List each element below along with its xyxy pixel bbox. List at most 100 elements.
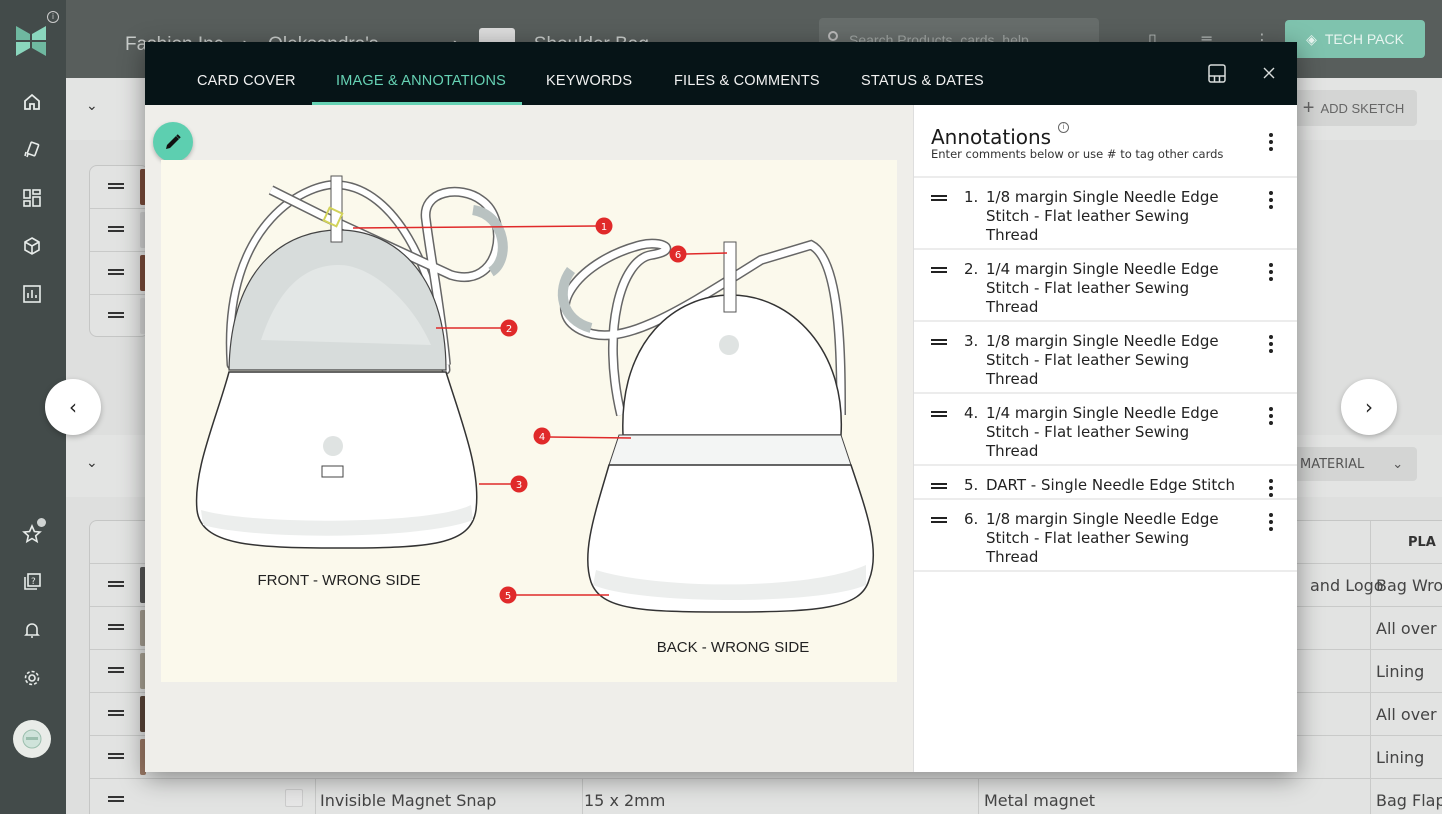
plus-icon: +: [1302, 96, 1315, 119]
dashboard-icon[interactable]: [21, 187, 43, 209]
annotation-list: 1. 1/8 margin Single Needle Edge Stitch …: [914, 176, 1297, 572]
annotations-panel: Annotations i Enter comments below or us…: [913, 105, 1297, 772]
annotation-menu-icon[interactable]: [1268, 191, 1274, 209]
annotation-menu-icon[interactable]: [1268, 479, 1274, 497]
sketch-list: [89, 165, 149, 337]
drag-handle-icon[interactable]: [931, 339, 947, 345]
pencil-icon: [166, 134, 181, 149]
modal-tab-bar: CARD COVER IMAGE & ANNOTATIONS KEYWORDS …: [145, 42, 1297, 105]
drag-handle-icon[interactable]: [108, 710, 124, 716]
collapse-chevron-icon[interactable]: ⌄: [86, 98, 98, 114]
column-header-placement[interactable]: PLA: [1408, 535, 1436, 550]
marker-4: 4: [533, 427, 551, 445]
placement-cell: Bag Flap: [1376, 791, 1442, 810]
sketch-canvas[interactable]: FRONT - WRONG SIDE BACK - WRONG SIDE 1 2…: [161, 160, 897, 682]
chevron-right-icon: ›: [1365, 395, 1373, 419]
drag-handle-icon[interactable]: [931, 411, 947, 417]
tab-card-cover[interactable]: CARD COVER: [197, 73, 296, 89]
annotation-item[interactable]: 2. 1/4 margin Single Needle Edge Stitch …: [914, 250, 1297, 322]
cards-icon[interactable]: [21, 139, 43, 161]
settings-icon[interactable]: [21, 667, 43, 689]
svg-text:6: 6: [675, 250, 681, 261]
box-icon[interactable]: [21, 235, 43, 257]
name-cell: Invisible Magnet Snap: [320, 791, 497, 810]
annotation-item[interactable]: 3. 1/8 margin Single Needle Edge Stitch …: [914, 322, 1297, 394]
search-icon: [828, 31, 838, 41]
panel-layout-icon[interactable]: [1208, 64, 1226, 83]
bell-icon[interactable]: [21, 619, 43, 641]
annotations-title: Annotations: [931, 125, 1052, 149]
annotation-text[interactable]: 1/8 margin Single Needle Edge Stitch - F…: [986, 510, 1236, 567]
list-item[interactable]: [90, 295, 148, 338]
annotation-text[interactable]: DART - Single Needle Edge Stitch: [986, 476, 1236, 495]
info-icon[interactable]: i: [1058, 122, 1069, 133]
svg-text:1: 1: [601, 222, 607, 233]
annotations-subtitle: Enter comments below or use # to tag oth…: [931, 147, 1224, 161]
annotation-number: 5.: [964, 476, 979, 494]
annotation-item[interactable]: 1. 1/8 margin Single Needle Edge Stitch …: [914, 178, 1297, 250]
column-divider: [978, 779, 979, 814]
annotation-menu-icon[interactable]: [1268, 263, 1274, 281]
drag-handle-icon[interactable]: [108, 624, 124, 630]
previous-card-button[interactable]: ‹: [45, 379, 101, 435]
reports-icon[interactable]: [21, 283, 43, 305]
svg-text:?: ?: [31, 577, 36, 587]
annotation-item[interactable]: 6. 1/8 margin Single Needle Edge Stitch …: [914, 500, 1297, 572]
drag-handle-icon[interactable]: [108, 667, 124, 673]
annotation-text[interactable]: 1/8 margin Single Needle Edge Stitch - F…: [986, 188, 1236, 245]
app-logo[interactable]: [14, 24, 48, 58]
tab-keywords[interactable]: KEYWORDS: [546, 73, 632, 89]
annotation-item[interactable]: 4. 1/4 margin Single Needle Edge Stitch …: [914, 394, 1297, 466]
placement-cell: Lining: [1376, 662, 1425, 681]
bag-sketch-image: FRONT - WRONG SIDE BACK - WRONG SIDE 1 2…: [195, 175, 875, 656]
svg-text:3: 3: [516, 480, 522, 491]
home-icon[interactable]: [21, 91, 43, 113]
annotation-item[interactable]: 5. DART - Single Needle Edge Stitch: [914, 466, 1297, 500]
annotation-text[interactable]: 1/4 margin Single Needle Edge Stitch - F…: [986, 260, 1236, 317]
drag-handle-icon[interactable]: [931, 483, 947, 489]
drag-handle-icon[interactable]: [108, 226, 124, 232]
drag-handle-icon[interactable]: [108, 581, 124, 587]
drag-handle-icon[interactable]: [108, 312, 124, 318]
material-dropdown[interactable]: MATERIAL ⌄: [1290, 447, 1417, 481]
edit-annotations-button[interactable]: [153, 122, 193, 162]
annotation-number: 1.: [964, 188, 979, 206]
marker-3: 3: [510, 475, 528, 493]
drag-handle-icon[interactable]: [108, 796, 124, 802]
drag-handle-icon[interactable]: [108, 753, 124, 759]
info-icon[interactable]: i: [47, 11, 59, 23]
drag-handle-icon[interactable]: [931, 267, 947, 273]
help-icon[interactable]: ?: [21, 571, 43, 593]
tech-pack-button[interactable]: ◈ TECH PACK: [1285, 20, 1425, 58]
tab-files-comments[interactable]: FILES & COMMENTS: [674, 73, 820, 89]
annotation-text[interactable]: 1/8 margin Single Needle Edge Stitch - F…: [986, 332, 1236, 389]
active-tab-indicator: [312, 102, 522, 105]
drag-handle-icon[interactable]: [108, 269, 124, 275]
collapse-chevron-icon[interactable]: ⌄: [86, 455, 98, 471]
drag-handle-icon[interactable]: [931, 195, 947, 201]
add-sketch-button[interactable]: + ADD SKETCH: [1290, 90, 1417, 126]
tab-image-annotations[interactable]: IMAGE & ANNOTATIONS: [336, 73, 506, 89]
svg-text:5: 5: [505, 591, 511, 602]
annotation-menu-icon[interactable]: [1268, 335, 1274, 353]
chevron-down-icon: ⌄: [1392, 456, 1404, 472]
more-options-icon[interactable]: [1268, 133, 1274, 151]
table-row[interactable]: Invisible Magnet Snap 15 x 2mm Metal mag…: [90, 778, 1442, 814]
drag-handle-icon[interactable]: [931, 517, 947, 523]
next-card-button[interactable]: ›: [1341, 379, 1397, 435]
annotation-text[interactable]: 1/4 margin Single Needle Edge Stitch - F…: [986, 404, 1236, 461]
tab-status-dates[interactable]: STATUS & DATES: [861, 73, 984, 89]
marker-6: 6: [669, 245, 687, 263]
user-avatar[interactable]: [13, 720, 51, 758]
placement-cell: All over: [1376, 705, 1437, 724]
list-item[interactable]: [90, 209, 148, 252]
list-item[interactable]: [90, 252, 148, 295]
close-icon[interactable]: [1263, 67, 1275, 79]
marker-5: 5: [499, 586, 517, 604]
list-item[interactable]: [90, 166, 148, 209]
annotation-menu-icon[interactable]: [1268, 513, 1274, 531]
row-checkbox[interactable]: [285, 789, 303, 807]
annotation-menu-icon[interactable]: [1268, 407, 1274, 425]
svg-text:4: 4: [539, 432, 545, 443]
drag-handle-icon[interactable]: [108, 183, 124, 189]
